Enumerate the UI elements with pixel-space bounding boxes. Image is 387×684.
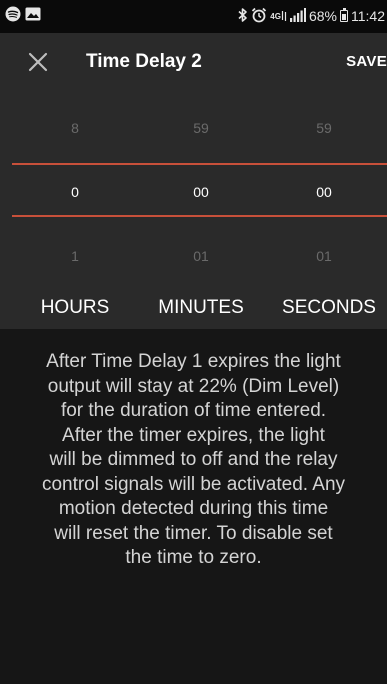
selection-bottom-line xyxy=(12,215,387,217)
seconds-picker[interactable]: 59 00 01 xyxy=(261,91,387,329)
hours-above-value[interactable]: 8 xyxy=(12,120,138,136)
hours-below-value[interactable]: 1 xyxy=(12,248,138,264)
bluetooth-icon xyxy=(237,7,248,26)
seconds-selected-value[interactable]: 00 xyxy=(261,184,387,200)
minutes-above-value[interactable]: 59 xyxy=(138,120,264,136)
minutes-label: MINUTES xyxy=(158,297,244,318)
description-line: motion detected during this time xyxy=(58,498,329,519)
seconds-above-value[interactable]: 59 xyxy=(261,120,387,136)
description-line: will reset the timer. To disable set xyxy=(54,522,333,544)
selection-top-line xyxy=(12,163,387,165)
save-button[interactable]: SAVE xyxy=(346,53,387,70)
time-picker: 8 0 1 59 00 01 59 00 01 HOURS MINUTES SE… xyxy=(0,91,387,329)
hours-label: HOURS xyxy=(40,297,110,318)
close-icon xyxy=(28,52,48,72)
description-line: After Time Delay 1 expires the light xyxy=(46,351,341,372)
seconds-label: SECONDS xyxy=(282,297,376,318)
description-line: for the duration of time entered. xyxy=(60,400,327,421)
close-button[interactable] xyxy=(24,48,52,76)
signal-icon xyxy=(289,7,306,25)
hours-selected-value[interactable]: 0 xyxy=(12,184,138,200)
alarm-icon xyxy=(251,7,267,26)
minutes-picker[interactable]: 59 00 01 xyxy=(138,91,264,329)
clock-time: 11:42 xyxy=(351,8,385,24)
page-title: Time Delay 2 xyxy=(86,51,202,72)
hours-picker[interactable]: 8 0 1 xyxy=(12,91,138,329)
status-bar: 4G 68% 11:42 xyxy=(0,0,387,33)
battery-percent: 68% xyxy=(308,8,337,24)
status-right: 4G 68% 11:42 xyxy=(237,7,385,25)
status-left xyxy=(5,6,41,27)
description-line: output will stay at 22% (Dim Level) xyxy=(47,375,340,397)
image-icon xyxy=(25,7,41,26)
description-line: will be dimmed to off and the relay xyxy=(49,449,338,470)
description-line: the time to zero. xyxy=(125,547,262,568)
description-text: After Time Delay 1 expires the light out… xyxy=(0,350,387,571)
spotify-icon xyxy=(5,6,21,27)
network-icon: 4G xyxy=(270,10,287,22)
minutes-selected-value[interactable]: 00 xyxy=(138,184,264,200)
minutes-below-value[interactable]: 01 xyxy=(138,248,264,264)
seconds-below-value[interactable]: 01 xyxy=(261,248,387,264)
description-line: After the timer expires, the light xyxy=(62,424,325,446)
battery-icon xyxy=(340,8,348,22)
app-bar: Time Delay 2 SAVE xyxy=(0,33,387,91)
description-line: control signals will be activated. Any xyxy=(41,473,346,495)
